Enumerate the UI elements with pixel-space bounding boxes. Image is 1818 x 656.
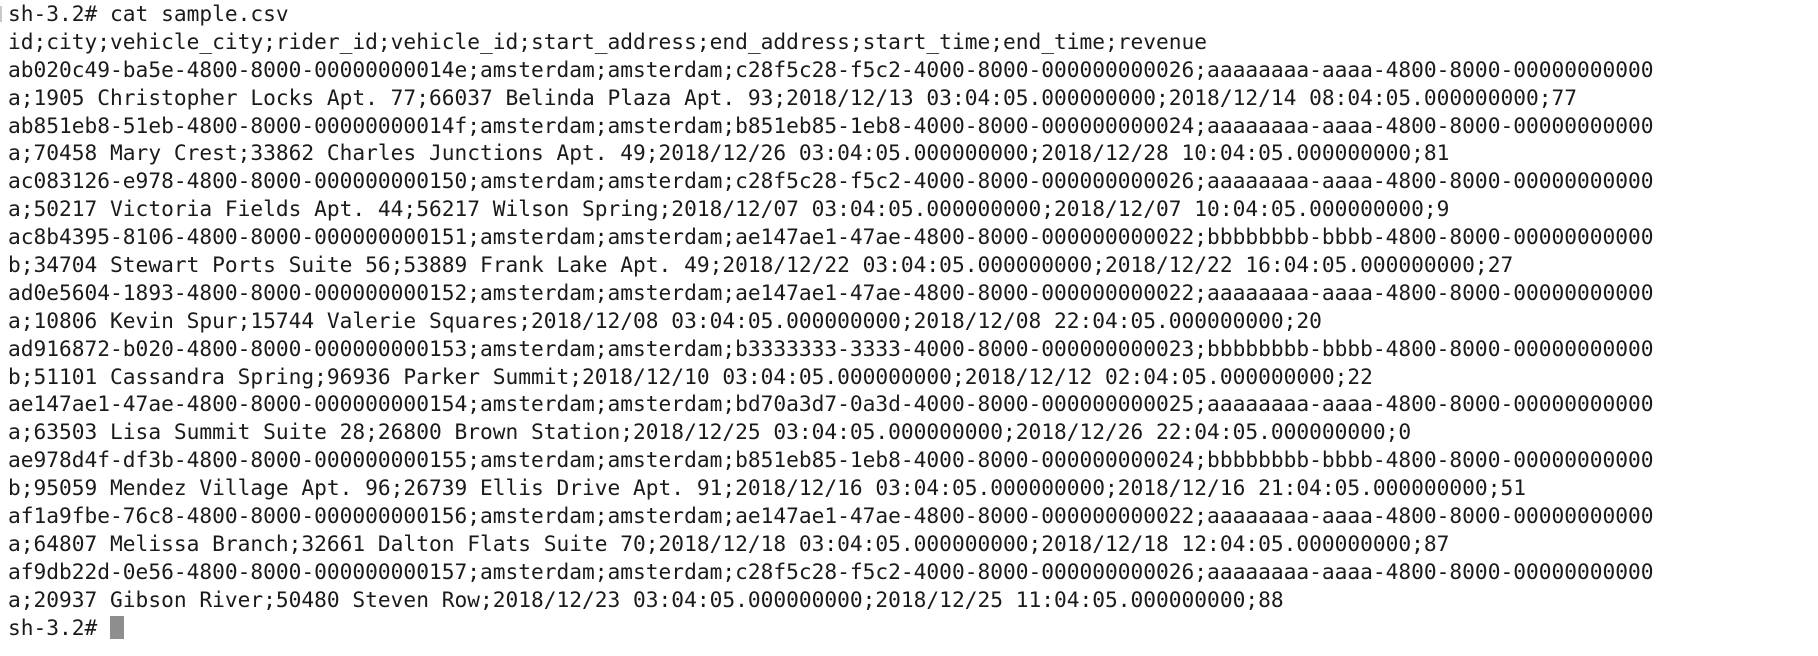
terminal-line: a;20937 Gibson River;50480 Steven Row;20…: [8, 586, 1284, 612]
terminal-line: ac083126-e978-4800-8000-000000000150;ams…: [8, 168, 1654, 194]
prompt-line[interactable]: sh-3.2#: [8, 614, 1818, 642]
terminal-line: sh-3.2# cat sample.csv: [8, 1, 289, 26]
terminal-line: a;10806 Kevin Spur;15744 Valerie Squares…: [8, 307, 1322, 333]
terminal-line: af1a9fbe-76c8-4800-8000-000000000156;ams…: [8, 503, 1654, 529]
terminal-line: b;34704 Stewart Ports Suite 56;53889 Fra…: [8, 252, 1514, 278]
terminal-line: ae978d4f-df3b-4800-8000-000000000155;ams…: [8, 447, 1654, 473]
terminal-line: b;51101 Cassandra Spring;96936 Parker Su…: [8, 363, 1373, 389]
text-cursor: [110, 615, 125, 639]
terminal-line: ab020c49-ba5e-4800-8000-00000000014e;ams…: [8, 56, 1654, 82]
terminal-line: a;64807 Melissa Branch;32661 Dalton Flat…: [8, 530, 1450, 556]
terminal-line: b;95059 Mendez Village Apt. 96;26739 Ell…: [8, 475, 1526, 501]
terminal-line: a;1905 Christopher Locks Apt. 77;66037 B…: [8, 84, 1577, 110]
terminal-line: a;50217 Victoria Fields Apt. 44;56217 Wi…: [8, 196, 1450, 222]
terminal-line: ac8b4395-8106-4800-8000-000000000151;ams…: [8, 224, 1654, 250]
terminal-line: ab851eb8-51eb-4800-8000-00000000014f;ams…: [8, 112, 1654, 138]
terminal-line: id;city;vehicle_city;rider_id;vehicle_id…: [8, 28, 1208, 54]
terminal-line: a;70458 Mary Crest;33862 Charles Junctio…: [8, 140, 1450, 166]
terminal-line: af9db22d-0e56-4800-8000-000000000157;ams…: [8, 558, 1654, 584]
terminal-line: ae147ae1-47ae-4800-8000-000000000154;ams…: [8, 391, 1654, 417]
shell-prompt: sh-3.2#: [8, 614, 111, 640]
window-edge-marker: [0, 6, 2, 22]
terminal-line: a;63503 Lisa Summit Suite 28;26800 Brown…: [8, 419, 1412, 445]
terminal-window[interactable]: sh-3.2# cat sample.csv id;city;vehicle_c…: [0, 0, 1818, 656]
terminal-line: ad0e5604-1893-4800-8000-000000000152;ams…: [8, 279, 1654, 305]
terminal-line: ad916872-b020-4800-8000-000000000153;ams…: [8, 335, 1654, 361]
